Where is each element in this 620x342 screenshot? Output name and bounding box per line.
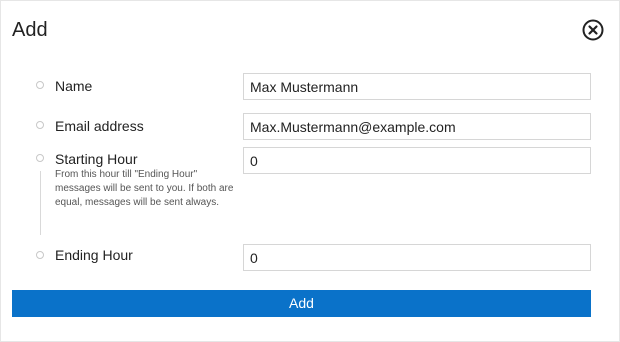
hint-divider: [40, 171, 41, 235]
add-dialog: Add Name Email address Starting Hour Fro…: [0, 0, 620, 342]
email-bullet-icon: [36, 121, 44, 129]
name-label: Name: [55, 78, 93, 94]
starting-hour-label: Starting Hour: [55, 151, 138, 167]
ending-hour-input[interactable]: [243, 244, 591, 271]
name-input[interactable]: [243, 73, 591, 100]
close-icon[interactable]: [582, 19, 604, 41]
starting-hour-hint: From this hour till "Ending Hour" messag…: [55, 169, 234, 208]
name-bullet-icon: [36, 81, 44, 89]
starting-hour-input[interactable]: [243, 147, 591, 174]
email-label: Email address: [55, 118, 144, 134]
add-button[interactable]: Add: [12, 290, 591, 317]
starting-hour-bullet-icon: [36, 154, 44, 162]
ending-hour-bullet-icon: [36, 251, 44, 259]
email-input[interactable]: [243, 113, 591, 140]
dialog-title: Add: [12, 19, 48, 41]
ending-hour-label: Ending Hour: [55, 247, 133, 263]
